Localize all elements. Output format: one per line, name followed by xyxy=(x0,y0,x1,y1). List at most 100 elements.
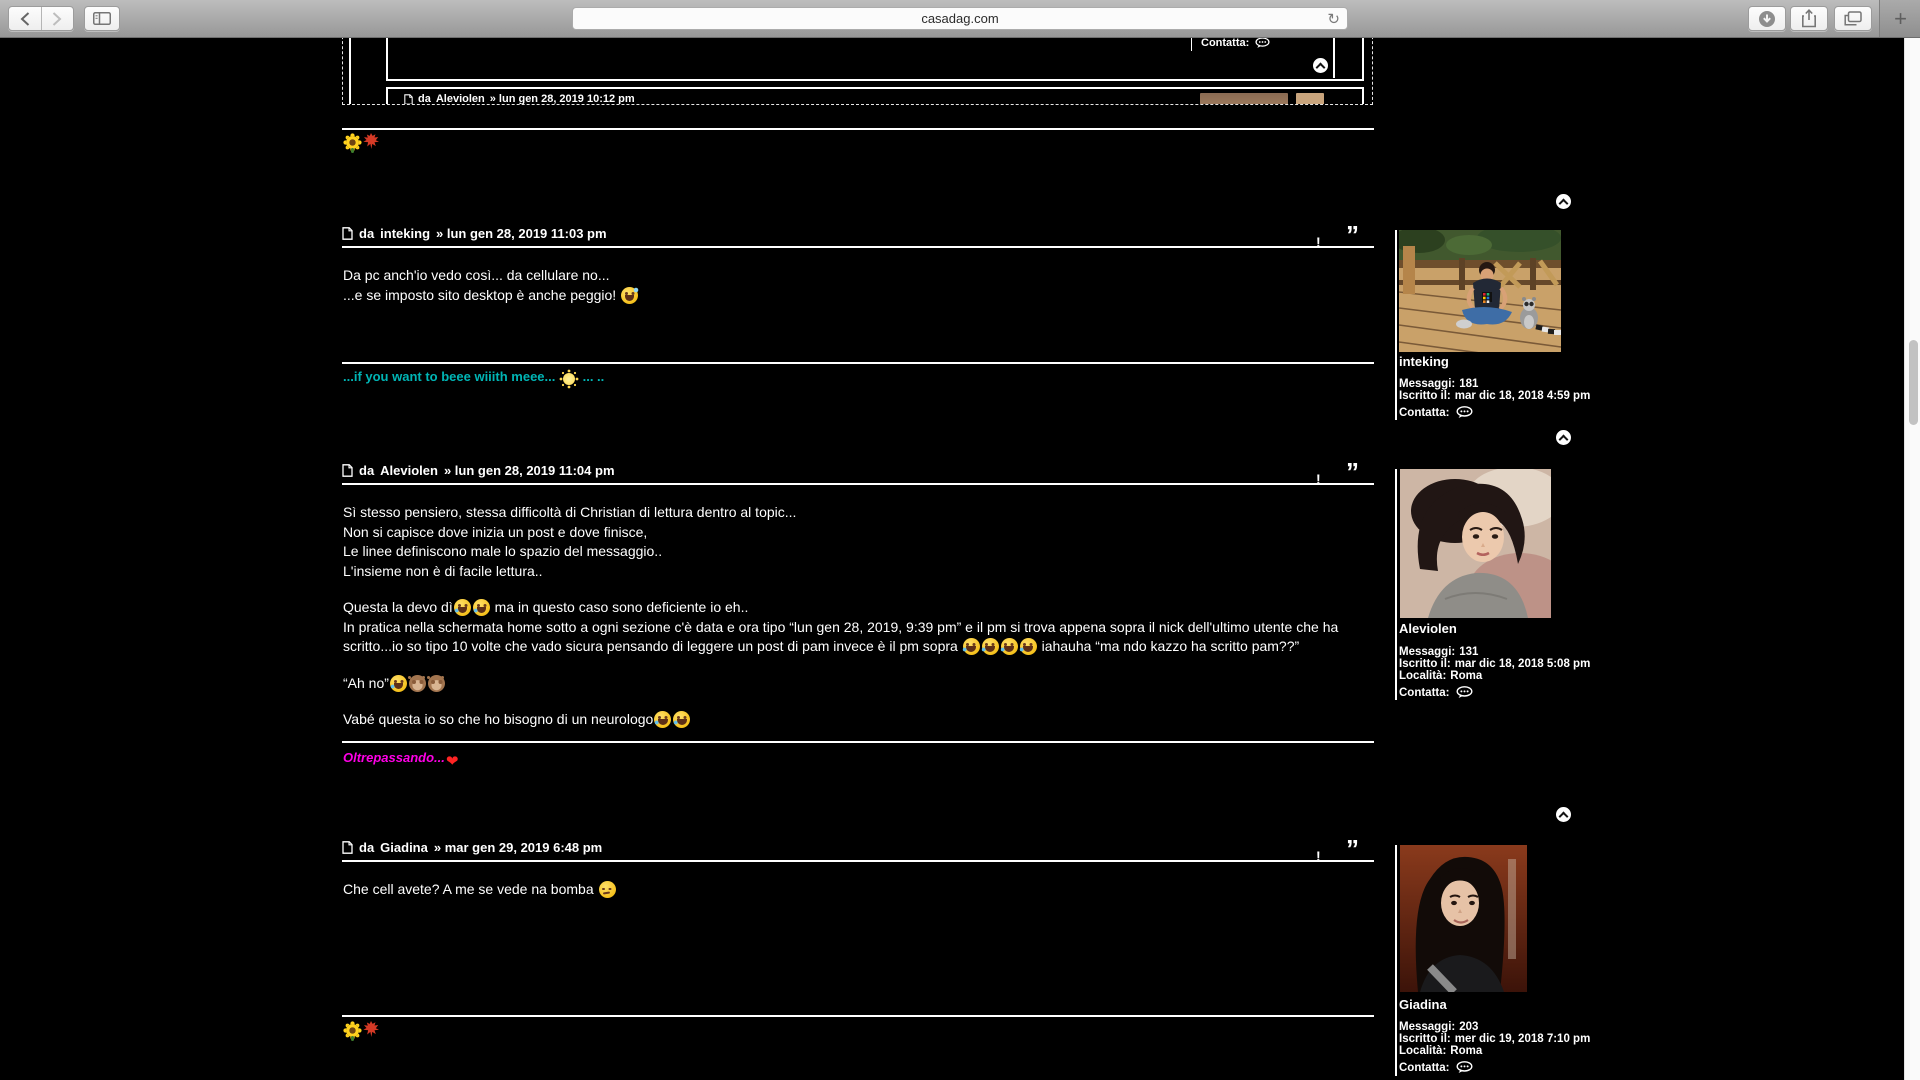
emoji-sun-icon xyxy=(563,373,575,385)
profile-username[interactable]: inteking xyxy=(1399,354,1449,369)
back-to-top-icon[interactable] xyxy=(1556,430,1571,445)
scrollbar-thumb[interactable] xyxy=(1909,340,1918,425)
back-to-top-icon[interactable] xyxy=(1556,807,1571,822)
emoji-see-no-evil-monkey-icon xyxy=(409,675,426,692)
profile-username[interactable]: Giadina xyxy=(1399,997,1447,1012)
minipost-icon[interactable] xyxy=(342,464,353,477)
post-body: Sì stesso pensiero, stessa difficoltà di… xyxy=(343,503,1373,730)
signature-divider xyxy=(342,741,1374,743)
address-bar[interactable]: casadag.com ↻ xyxy=(572,7,1348,30)
contatta-label: Contatta: xyxy=(1399,407,1449,419)
minipost-icon[interactable] xyxy=(342,227,353,240)
downloads-button[interactable] xyxy=(1748,6,1786,31)
post-header-prefix: da xyxy=(359,840,374,855)
history-nav-group xyxy=(8,6,74,31)
avatar[interactable] xyxy=(1400,845,1527,992)
localita-label: Località: xyxy=(1399,670,1446,682)
quote-icon[interactable]: ” xyxy=(1346,842,1359,858)
iscritto-value: mar dic 18, 2018 5:08 pm xyxy=(1455,658,1591,670)
post-header: da Giadina » mar gen 29, 2019 6:48 pm xyxy=(342,838,1374,856)
post-paragraph: Le linee definiscono male lo spazio del … xyxy=(343,542,1373,562)
signature-divider xyxy=(342,1015,1374,1017)
emoji-joy-icon xyxy=(654,711,671,728)
post-date: » mar gen 29, 2019 6:48 pm xyxy=(434,840,602,855)
embedded-screenshot-next-post-box: da Aleviolen » lun gen 28, 2019 10:12 pm xyxy=(386,87,1364,105)
post-author-link[interactable]: Aleviolen xyxy=(436,93,485,105)
quote-icon[interactable]: ” xyxy=(1346,228,1359,244)
contatta-label: Contatta: xyxy=(1399,687,1449,699)
pm-bubble-icon[interactable] xyxy=(1456,406,1473,419)
post-date: » lun gen 28, 2019 11:03 pm xyxy=(436,226,607,241)
messaggi-value: 181 xyxy=(1459,378,1478,390)
post-date: » lun gen 28, 2019 10:12 pm xyxy=(490,93,635,105)
back-to-top-icon[interactable] xyxy=(1313,58,1328,73)
iscritto-value: mar dic 18, 2018 4:59 pm xyxy=(1455,390,1591,402)
post-paragraph: Non si capisce dove inizia un post e dov… xyxy=(343,523,1373,543)
profile-messaggi: Messaggi:131 xyxy=(1399,646,1478,658)
profile-iscritto: Iscritto il: mar dic 18, 2018 5:08 pm xyxy=(1399,658,1590,670)
share-icon xyxy=(1801,9,1817,28)
post-author-link[interactable]: Aleviolen xyxy=(380,463,438,478)
pm-bubble-icon[interactable] xyxy=(1456,1061,1473,1074)
localita-value: Roma xyxy=(1450,670,1482,682)
emoji-joy-icon xyxy=(963,638,980,655)
signature-divider xyxy=(342,128,1374,130)
share-button[interactable] xyxy=(1790,6,1828,31)
emoji-maple-leaf-icon xyxy=(363,1021,379,1037)
emoji-joy-icon xyxy=(982,638,999,655)
profile-contatta: Contatta: xyxy=(1399,406,1473,419)
url-text: casadag.com xyxy=(921,11,998,26)
avatar[interactable] xyxy=(1400,469,1551,618)
divider xyxy=(1191,38,1192,51)
messaggi-label: Messaggi: xyxy=(1399,1021,1455,1033)
tabs-overview-button[interactable] xyxy=(1834,6,1872,31)
scrollbar-track[interactable] xyxy=(1904,37,1920,1080)
post-author-link[interactable]: inteking xyxy=(380,226,430,241)
iscritto-label: Iscritto il: xyxy=(1399,658,1451,670)
post-body: Da pc anch'io vedo così... da cellulare … xyxy=(343,266,1373,305)
post-date: » lun gen 28, 2019 11:04 pm xyxy=(444,463,615,478)
signature-divider xyxy=(342,362,1374,364)
forward-button[interactable] xyxy=(41,7,74,30)
quote-icon[interactable]: ” xyxy=(1346,465,1359,481)
divider xyxy=(1333,38,1335,78)
iscritto-label: Iscritto il: xyxy=(1399,1033,1451,1045)
post-header-prefix: da xyxy=(359,463,374,478)
pm-bubble-icon[interactable] xyxy=(1456,686,1473,699)
emoji-heart-icon xyxy=(446,753,462,769)
profile-username[interactable]: Aleviolen xyxy=(1399,621,1457,636)
new-tab-button[interactable]: + xyxy=(1879,0,1920,37)
profile-localita: Località: Roma xyxy=(1399,670,1482,682)
post-header-prefix: da xyxy=(418,93,431,105)
tabs-overview-icon xyxy=(1844,11,1862,26)
minipost-icon[interactable] xyxy=(342,841,353,854)
back-icon xyxy=(20,12,30,26)
profile-inteking: inteking Messaggi:181 Iscritto il:mar di… xyxy=(1395,230,1580,422)
back-button[interactable] xyxy=(9,7,41,30)
post-author-link[interactable]: Giadina xyxy=(380,840,428,855)
profile-contatta: Contatta: xyxy=(1399,1061,1473,1074)
minipost-icon xyxy=(404,94,413,105)
post-paragraph: Sì stesso pensiero, stessa difficoltà di… xyxy=(343,503,1373,523)
post-signature: Oltrepassando... xyxy=(343,750,463,769)
selected-image-marquee[interactable]: Contatta: da Aleviolen » lun gen 28, 201… xyxy=(342,31,1373,105)
iscritto-value: mer dic 19, 2018 7:10 pm xyxy=(1455,1033,1591,1045)
localita-value: Roma xyxy=(1450,1045,1482,1057)
emoji-see-no-evil-monkey-icon xyxy=(428,675,445,692)
post-paragraph: Da pc anch'io vedo così... da cellulare … xyxy=(343,266,1373,286)
sidebar-button[interactable] xyxy=(84,6,120,31)
emoji-joy-icon xyxy=(390,675,407,692)
profile-contatta: Contatta: xyxy=(1399,686,1473,699)
localita-label: Località: xyxy=(1399,1045,1446,1057)
reload-icon[interactable]: ↻ xyxy=(1327,10,1340,28)
avatar[interactable] xyxy=(1399,230,1561,352)
emoji-joy-icon xyxy=(1020,638,1037,655)
post-paragraph: In pratica nella schermata home sotto a … xyxy=(343,618,1373,657)
back-to-top-icon[interactable] xyxy=(1556,194,1571,209)
sidebar-icon xyxy=(93,12,111,25)
messaggi-value: 131 xyxy=(1459,646,1478,658)
browser-toolbar: casadag.com ↻ + xyxy=(0,0,1920,38)
avatar-image-fragment xyxy=(1200,93,1288,105)
embedded-screenshot-post-box: Contatta: xyxy=(386,31,1364,81)
post-header: da inteking » lun gen 28, 2019 11:03 pm xyxy=(342,224,1374,242)
